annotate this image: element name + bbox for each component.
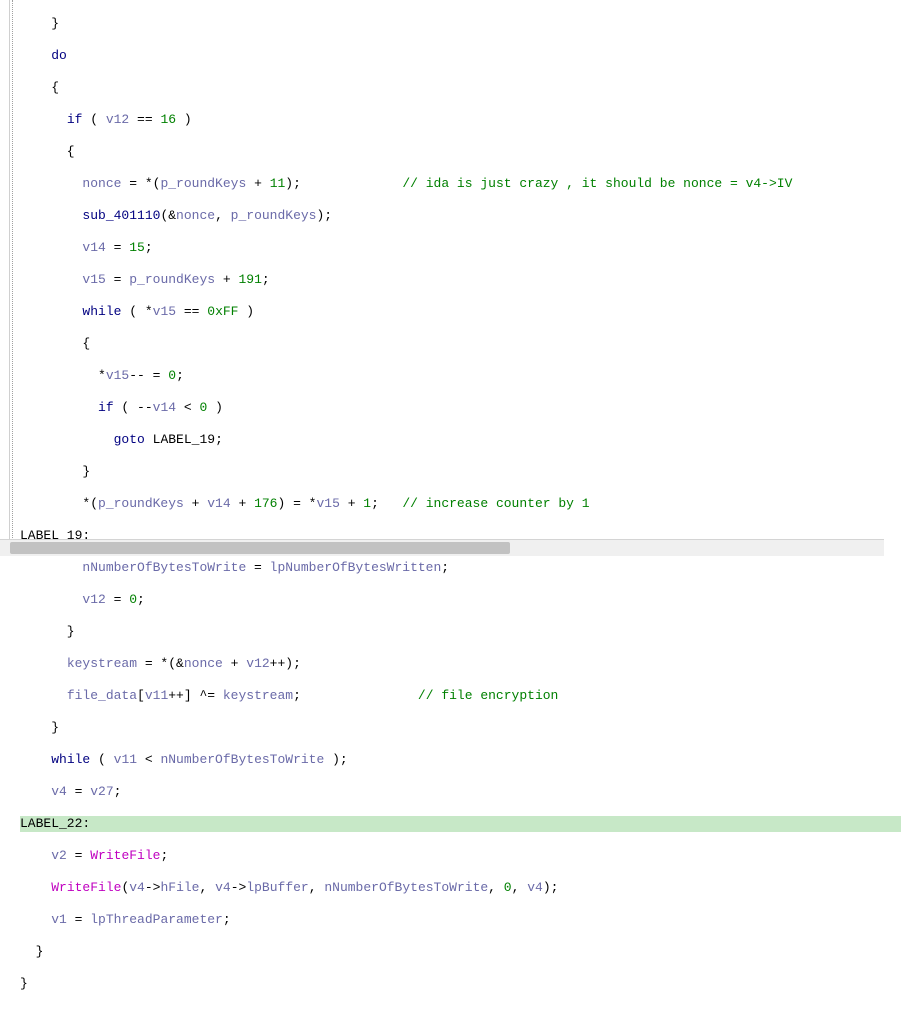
code-line[interactable]: if ( --v14 < 0 )	[20, 400, 901, 416]
code-line[interactable]: v4 = v27;	[20, 784, 901, 800]
code-line[interactable]: while ( v11 < nNumberOfBytesToWrite );	[20, 752, 901, 768]
code-line[interactable]: WriteFile(v4->hFile, v4->lpBuffer, nNumb…	[20, 880, 901, 896]
code-line[interactable]: }	[20, 944, 901, 960]
code-line[interactable]: v2 = WriteFile;	[20, 848, 901, 864]
code-line[interactable]: nonce = *(p_roundKeys + 11); // ida is j…	[20, 176, 901, 192]
horizontal-scrollbar[interactable]	[0, 539, 884, 556]
code-line[interactable]: sub_401110(&nonce, p_roundKeys);	[20, 208, 901, 224]
code-editor[interactable]: } do { if ( v12 == 16 ) { nonce = *(p_ro…	[0, 0, 901, 556]
code-line[interactable]: *v15-- = 0;	[20, 368, 901, 384]
code-line-highlighted[interactable]: LABEL_22:	[20, 816, 901, 832]
code-line[interactable]: keystream = *(&nonce + v12++);	[20, 656, 901, 672]
code-line[interactable]: }	[20, 624, 901, 640]
code-line[interactable]: }	[20, 976, 901, 992]
code-line[interactable]: {	[20, 80, 901, 96]
code-line[interactable]: {	[20, 144, 901, 160]
code-line[interactable]: {	[20, 336, 901, 352]
code-line[interactable]: v14 = 15;	[20, 240, 901, 256]
code-line[interactable]: v12 = 0;	[20, 592, 901, 608]
code-line[interactable]: do	[20, 48, 901, 64]
code-line[interactable]: nNumberOfBytesToWrite = lpNumberOfBytesW…	[20, 560, 901, 576]
code-line[interactable]: *(p_roundKeys + v14 + 176) = *v15 + 1; /…	[20, 496, 901, 512]
horizontal-scroll-thumb[interactable]	[10, 542, 510, 554]
code-line[interactable]: }	[20, 464, 901, 480]
code-line[interactable]: goto LABEL_19;	[20, 432, 901, 448]
code-line[interactable]: while ( *v15 == 0xFF )	[20, 304, 901, 320]
fold-gutter[interactable]	[0, 0, 10, 556]
code-line[interactable]: if ( v12 == 16 )	[20, 112, 901, 128]
code-line[interactable]: v1 = lpThreadParameter;	[20, 912, 901, 928]
code-line[interactable]: file_data[v11++] ^= keystream; // file e…	[20, 688, 901, 704]
code-area[interactable]: } do { if ( v12 == 16 ) { nonce = *(p_ro…	[18, 0, 901, 556]
code-line[interactable]: v15 = p_roundKeys + 191;	[20, 272, 901, 288]
code-line[interactable]: }	[20, 720, 901, 736]
code-line[interactable]: }	[20, 16, 901, 32]
